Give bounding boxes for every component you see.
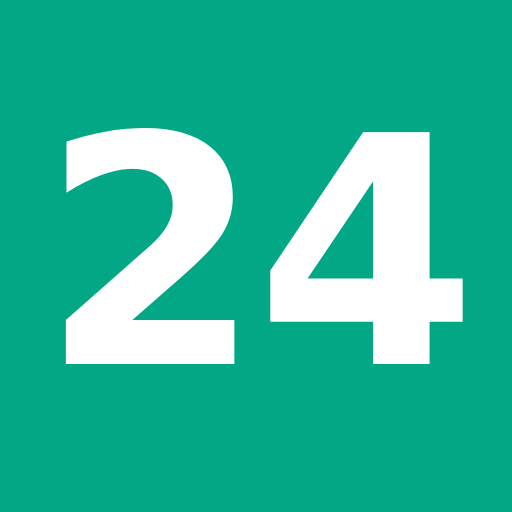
number-tile: 24 <box>0 0 512 512</box>
tile-number: 24 <box>40 69 478 439</box>
